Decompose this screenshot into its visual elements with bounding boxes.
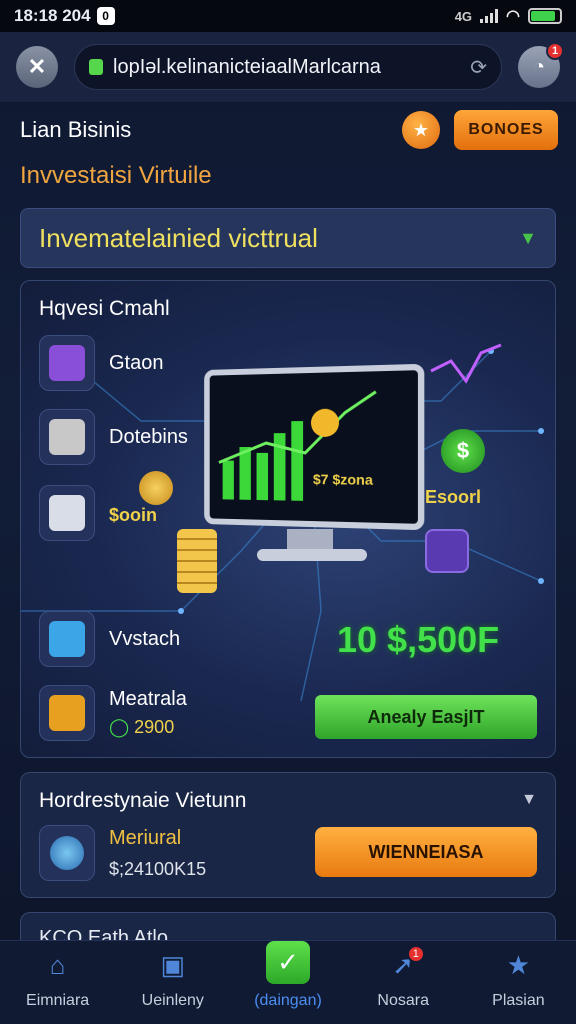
- investment-card: Hqvesi Cmahl Gtaon Dotebins $ooin Vvstac…: [20, 280, 556, 758]
- building-icon: [49, 495, 85, 531]
- order-button[interactable]: WIENNEIASA: [315, 827, 537, 877]
- card-title: Hqvesi Cmahl: [39, 297, 170, 320]
- asset-text: Meatrala ◯ 2900: [109, 688, 187, 738]
- status-time-group: 18:18 204 0: [14, 6, 115, 26]
- nav-tab-star[interactable]: ★ Plasian: [461, 941, 576, 1024]
- asset-item[interactable]: [39, 485, 95, 541]
- battery-icon: [528, 8, 562, 24]
- asset-thumb: [39, 335, 95, 391]
- favorite-button[interactable]: ★: [402, 111, 440, 149]
- recommendation-card: Hordrestynaie Vietunn ▼ Meriural $;24100…: [20, 772, 556, 898]
- home-icon: ⌂: [49, 949, 66, 980]
- investment-dropdown[interactable]: Invematelainied victtrual ▼: [20, 208, 556, 268]
- card-title: Hordrestynaie Vietunn: [39, 789, 247, 812]
- star-icon: ★: [506, 949, 531, 980]
- nav-label: Nosara: [377, 992, 429, 1009]
- page-title: Lian Bisinis: [20, 117, 132, 142]
- signal-icon: [480, 9, 499, 23]
- nav-badge: 1: [406, 945, 425, 963]
- check-icon: ✓: [266, 941, 310, 984]
- lock-icon: [89, 59, 103, 75]
- item-name: Meriural: [109, 827, 182, 849]
- browser-bar: ✕ lopIəl.kelinanicteiaalMarlcarna ⟳ ◔ 1: [0, 32, 576, 102]
- monitor-illustration: $7 $zona: [199, 363, 425, 567]
- network-label: 4G: [454, 8, 473, 24]
- nav-label: (daingan): [254, 992, 322, 1009]
- clock-icon: ◔: [532, 55, 546, 78]
- url-text: lopIəl.kelinanicteiaalMarlcarna: [113, 55, 381, 78]
- monitor-screen: $7 $zona: [204, 363, 425, 531]
- asset-item[interactable]: Gtaon: [39, 335, 163, 391]
- item-thumb: [39, 825, 95, 881]
- close-icon: ✕: [27, 54, 47, 79]
- status-right-group: 4G ◠: [455, 6, 562, 26]
- bonus-button[interactable]: BONOES: [454, 110, 558, 150]
- nav-label: Ueinleny: [141, 992, 204, 1009]
- bottom-nav: ⌂ Eimniara ▣ Ueinleny ✓ (daingan) ➚ 1 No…: [0, 940, 576, 1024]
- section-title: Invvestaisi Virtuile: [20, 162, 212, 189]
- chevron-down-icon: ▼: [519, 227, 537, 248]
- coin-icon: [139, 471, 173, 505]
- reload-icon[interactable]: ⟳: [470, 55, 487, 80]
- side-label: Esoorl: [425, 487, 482, 507]
- gear-icon: [50, 836, 84, 870]
- asset-thumb: [39, 485, 95, 541]
- growth-chart-icon: [210, 370, 418, 501]
- asset-sub-value: ◯ 2900: [109, 717, 175, 737]
- nav-tab-wallet[interactable]: ▣ Ueinleny: [115, 941, 230, 1024]
- portfolio-value: 10 $,500F: [337, 619, 500, 660]
- nav-label: Plasian: [492, 992, 545, 1009]
- asset-thumb: [39, 685, 95, 741]
- asset-thumb: [39, 611, 95, 667]
- monitor-base: [257, 549, 367, 561]
- app-screen: 18:18 204 0 4G ◠ ✕ lopIəl.kelinanicteiaa…: [0, 0, 576, 1024]
- monitor-stand: [287, 529, 333, 551]
- star-icon: ★: [412, 119, 430, 140]
- coin-price: $ooin: [109, 505, 157, 525]
- cube-icon: [49, 621, 85, 657]
- asset-label: Meatrala: [109, 688, 187, 710]
- dropdown-value: Invematelainied victtrual: [39, 222, 318, 253]
- status-time: 18:18 204: [14, 6, 91, 25]
- server-icon: [49, 419, 85, 455]
- status-bar: 18:18 204 0 4G ◠: [0, 0, 576, 32]
- asset-label: Vvstach: [109, 627, 181, 650]
- package-icon: [49, 695, 85, 731]
- apply-button[interactable]: Anealy EasjIT: [315, 695, 537, 739]
- chevron-down-icon[interactable]: ▼: [521, 791, 537, 809]
- asset-label: Gtaon: [109, 351, 164, 374]
- box-icon: [49, 345, 85, 381]
- asset-label: Dotebins: [109, 425, 188, 448]
- notification-icon: 0: [96, 7, 115, 25]
- nav-tab-home[interactable]: ⌂ Eimniara: [0, 941, 115, 1024]
- close-button[interactable]: ✕: [16, 46, 58, 88]
- profile-badge: 1: [546, 42, 564, 60]
- asset-thumb: [39, 409, 95, 465]
- asset-item[interactable]: Dotebins: [39, 409, 188, 465]
- nav-label: Eimniara: [26, 992, 90, 1009]
- wifi-icon: ◠: [506, 8, 520, 25]
- item-meta: $;24100K15: [109, 859, 207, 879]
- url-field[interactable]: lopIəl.kelinanicteiaalMarlcarna ⟳: [74, 44, 502, 90]
- screen-price: $7 $zona: [312, 471, 373, 488]
- wallet-icon: ▣: [160, 949, 186, 980]
- asset-item[interactable]: Vvstach: [39, 611, 180, 667]
- document-icon: [425, 529, 469, 573]
- page-header: Lian Bisinis ★ BONOES: [20, 108, 558, 152]
- dollar-coin-icon: $: [441, 429, 485, 473]
- profile-button[interactable]: ◔ 1: [518, 42, 564, 88]
- nav-tab-rocket[interactable]: ➚ 1 Nosara: [346, 941, 461, 1024]
- asset-item[interactable]: Meatrala ◯ 2900: [39, 685, 187, 741]
- nav-tab-check[interactable]: ✓ (daingan): [230, 941, 345, 1024]
